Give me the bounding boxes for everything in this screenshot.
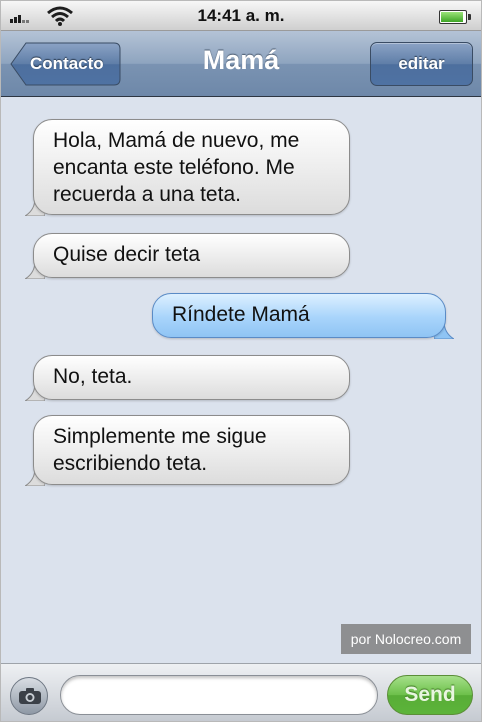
message-text: Simplemente me sigue escribiendo teta. — [53, 425, 267, 475]
message-input[interactable] — [60, 675, 378, 715]
back-button-label: Contacto — [30, 54, 104, 73]
camera-button[interactable] — [10, 677, 48, 715]
status-time: 14:41 a. m. — [197, 6, 285, 25]
battery-icon — [439, 10, 471, 24]
message-text: No, teta. — [53, 365, 133, 388]
message-text: Hola, Mamá de nuevo, me encanta este tel… — [53, 129, 300, 206]
message-bubble-incoming: Simplemente me sigue escribiendo teta. — [25, 415, 350, 486]
watermark: por Nolocreo.com — [341, 624, 471, 654]
send-button[interactable]: Send — [387, 675, 473, 715]
message-bubble-incoming: Hola, Mamá de nuevo, me encanta este tel… — [25, 119, 350, 216]
nav-bar: Contacto Mamá editar — [1, 31, 481, 97]
status-bar: 14:41 a. m. — [1, 1, 481, 31]
compose-bar: Send — [1, 663, 481, 721]
edit-button[interactable]: editar — [370, 42, 473, 86]
message-text: Quise decir teta — [53, 243, 201, 266]
message-bubble-outgoing: Ríndete Mamá — [152, 293, 454, 339]
message-bubble-incoming: Quise decir teta — [25, 233, 350, 279]
back-button[interactable]: Contacto — [10, 42, 121, 86]
sms-screen: 14:41 a. m. Contacto Mamá editar Hola, M… — [0, 0, 482, 722]
camera-icon — [19, 688, 41, 704]
conversation-title: Mamá — [202, 45, 280, 75]
message-text: Ríndete Mamá — [172, 303, 310, 326]
message-bubble-incoming: No, teta. — [25, 355, 350, 401]
message-list: Hola, Mamá de nuevo, me encanta este tel… — [1, 97, 481, 663]
